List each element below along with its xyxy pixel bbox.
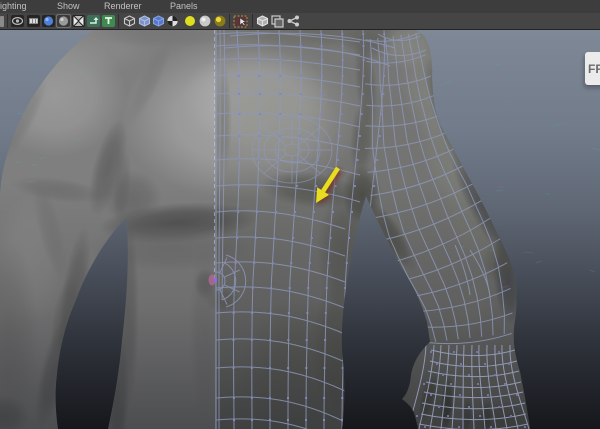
svg-text:FR: FR bbox=[588, 62, 600, 76]
